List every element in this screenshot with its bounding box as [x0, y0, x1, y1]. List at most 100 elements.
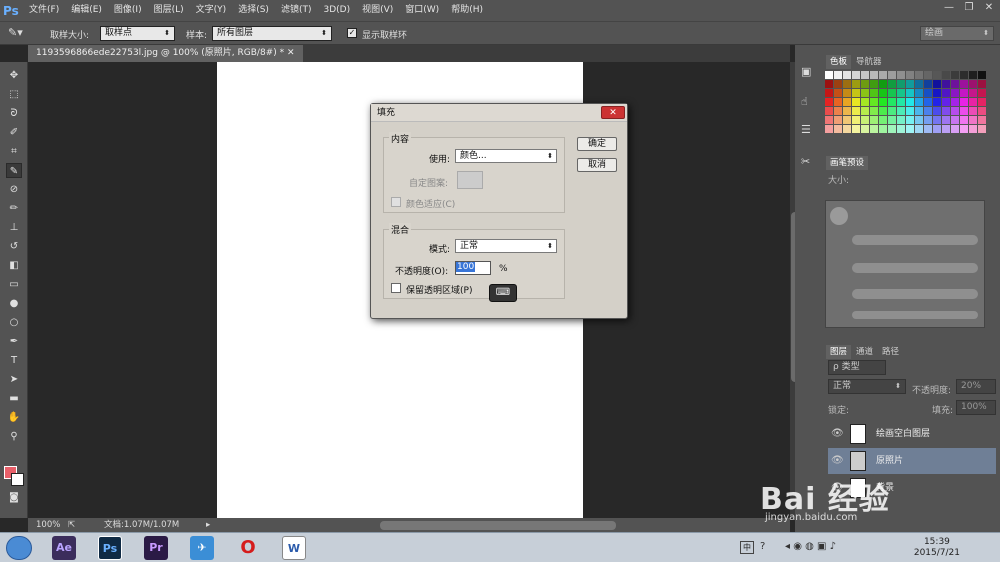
use-select[interactable]: 颜色... ⬍ [455, 149, 557, 163]
color-swatch[interactable] [852, 89, 860, 97]
color-swatch[interactable] [834, 107, 842, 115]
color-swatch[interactable] [879, 98, 887, 106]
color-swatch[interactable] [924, 80, 932, 88]
show-ring-checkbox[interactable]: ✓ [347, 28, 357, 38]
close-tab-icon[interactable]: ✕ [287, 48, 295, 58]
color-swatch[interactable] [978, 89, 986, 97]
color-swatch[interactable] [861, 80, 869, 88]
color-swatch[interactable] [834, 98, 842, 106]
color-swatch[interactable] [960, 125, 968, 133]
color-swatch[interactable] [969, 80, 977, 88]
color-swatch[interactable] [843, 107, 851, 115]
tab-swatches[interactable]: 色板 [826, 55, 852, 69]
color-swatch[interactable] [861, 89, 869, 97]
color-swatch[interactable] [870, 71, 878, 79]
type-tool-icon[interactable]: T [6, 353, 22, 368]
color-swatch[interactable] [888, 125, 896, 133]
document-tab[interactable]: 1193596866ede22753l.jpg @ 100% (原照片, RGB… [28, 45, 303, 62]
color-swatch[interactable] [897, 80, 905, 88]
hand-tool-icon[interactable]: ✋ [6, 410, 22, 425]
sample-size-select[interactable]: 取样点 ⬍ [100, 26, 175, 41]
eye-icon[interactable]: 👁 [831, 421, 844, 447]
brush-tip[interactable] [830, 207, 848, 225]
premiere-taskbar-icon[interactable]: Pr [144, 536, 168, 560]
color-swatch[interactable] [825, 107, 833, 115]
color-swatch[interactable] [906, 116, 914, 124]
tray-icons[interactable]: ◂ ◉ ◍ ▣ ♪ [785, 541, 836, 552]
color-swatch[interactable] [870, 98, 878, 106]
color-swatch[interactable] [852, 116, 860, 124]
color-swatch[interactable] [843, 116, 851, 124]
close-window-button[interactable]: ✕ [980, 2, 998, 15]
zoom-tool-icon[interactable]: ⚲ [6, 429, 22, 444]
color-swatch[interactable] [960, 80, 968, 88]
clone-stamp-tool-icon[interactable]: ⊥ [6, 220, 22, 235]
maximize-button[interactable]: ❐ [960, 2, 978, 15]
color-swatch[interactable] [888, 107, 896, 115]
sample-select[interactable]: 所有图层 ⬍ [212, 26, 332, 41]
color-swatch[interactable] [834, 71, 842, 79]
color-swatch[interactable] [825, 116, 833, 124]
pen-tool-icon[interactable]: ✒ [6, 334, 22, 349]
color-swatch[interactable] [897, 98, 905, 106]
color-swatch[interactable] [969, 89, 977, 97]
blur-tool-icon[interactable]: ● [6, 296, 22, 311]
color-swatch[interactable] [924, 107, 932, 115]
color-swatch[interactable] [897, 107, 905, 115]
menu-image[interactable]: 图像(I) [108, 0, 148, 21]
color-swatch[interactable] [834, 89, 842, 97]
color-swatch[interactable] [942, 125, 950, 133]
color-swatch[interactable] [915, 125, 923, 133]
color-swatch[interactable] [825, 89, 833, 97]
color-swatch[interactable] [924, 116, 932, 124]
color-swatch[interactable] [879, 125, 887, 133]
color-swatch[interactable] [978, 107, 986, 115]
color-swatch[interactable] [897, 89, 905, 97]
color-swatch[interactable] [843, 89, 851, 97]
gradient-tool-icon[interactable]: ▭ [6, 277, 22, 292]
eyedropper-preset-icon[interactable]: ✎▾ [8, 26, 28, 41]
brush-preview[interactable] [825, 200, 985, 328]
color-swatch[interactable] [870, 107, 878, 115]
eraser-tool-icon[interactable]: ◧ [6, 258, 22, 273]
color-swatch[interactable] [978, 80, 986, 88]
lasso-tool-icon[interactable]: ᘐ [6, 106, 22, 121]
messaging-taskbar-icon[interactable]: ✈ [190, 536, 214, 560]
color-swatch[interactable] [915, 116, 923, 124]
color-swatch[interactable] [825, 80, 833, 88]
color-swatch[interactable] [960, 107, 968, 115]
color-swatch[interactable] [852, 80, 860, 88]
after-effects-taskbar-icon[interactable]: Ae [52, 536, 76, 560]
tools-icon[interactable]: ✂ [801, 155, 810, 168]
color-swatch[interactable] [951, 80, 959, 88]
color-swatch[interactable] [969, 116, 977, 124]
color-swatch[interactable] [942, 89, 950, 97]
color-swatch[interactable] [906, 125, 914, 133]
color-swatch[interactable] [960, 71, 968, 79]
background-color-swatch[interactable] [11, 473, 24, 486]
marquee-tool-icon[interactable]: ⬚ [6, 87, 22, 102]
color-swatch[interactable] [879, 107, 887, 115]
start-button[interactable] [6, 536, 32, 560]
color-swatch[interactable] [888, 71, 896, 79]
tab-navigator[interactable]: 导航器 [852, 55, 886, 69]
color-swatch[interactable] [825, 125, 833, 133]
crop-tool-icon[interactable]: ⌗ [6, 144, 22, 159]
color-swatch[interactable] [969, 98, 977, 106]
menu-file[interactable]: 文件(F) [23, 0, 65, 21]
color-swatch[interactable] [843, 125, 851, 133]
menu-type[interactable]: 文字(Y) [190, 0, 233, 21]
zoom-level[interactable]: 100% [36, 518, 60, 532]
quick-select-tool-icon[interactable]: ✐ [6, 125, 22, 140]
color-swatch[interactable] [897, 125, 905, 133]
history-icon[interactable]: ▣ [801, 65, 811, 78]
tab-paths[interactable]: 路径 [878, 345, 903, 359]
color-swatch[interactable] [978, 125, 986, 133]
menu-3d[interactable]: 3D(D) [317, 0, 356, 21]
color-swatch[interactable] [933, 80, 941, 88]
preserve-transparency-checkbox[interactable] [391, 283, 401, 293]
color-swatch[interactable] [861, 107, 869, 115]
menu-view[interactable]: 视图(V) [356, 0, 399, 21]
color-swatch[interactable] [870, 89, 878, 97]
menu-window[interactable]: 窗口(W) [399, 0, 445, 21]
